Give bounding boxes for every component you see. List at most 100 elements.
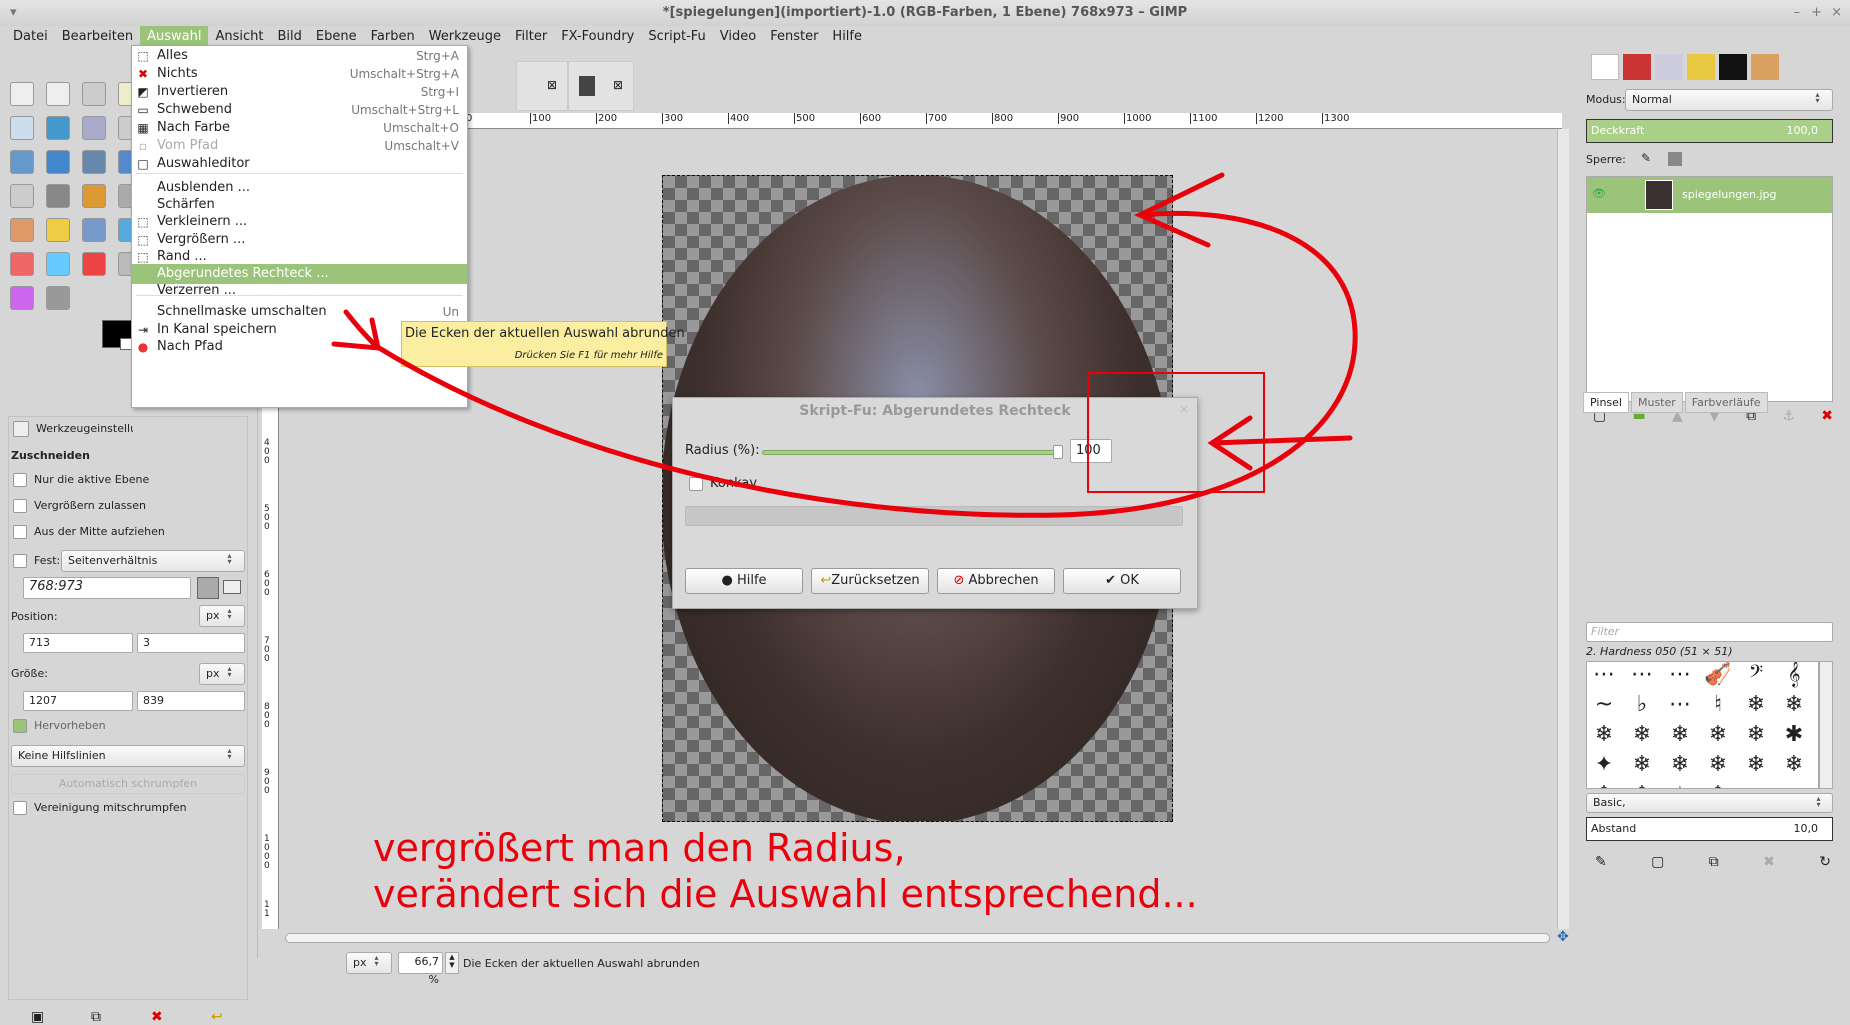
- brush-preview[interactable]: ❄: [1625, 778, 1659, 788]
- shrink-merged-checkbox[interactable]: Vereinigung mitschrumpfen: [13, 801, 187, 815]
- size-height-input[interactable]: 839: [137, 691, 245, 711]
- tool-icon[interactable]: [10, 286, 34, 310]
- visibility-eye-icon[interactable]: 👁: [1592, 187, 1606, 200]
- close-tab-icon[interactable]: ⊠: [613, 78, 623, 92]
- tool-icon[interactable]: [46, 150, 70, 174]
- ok-button[interactable]: ✔ OK: [1063, 568, 1181, 594]
- help-button[interactable]: ● Hilfe: [685, 568, 803, 594]
- menu-item[interactable]: Schnellmaske umschalten Un: [132, 302, 467, 322]
- tool-icon[interactable]: [46, 82, 70, 106]
- cancel-button[interactable]: ⊘ Abbrechen: [937, 568, 1055, 594]
- menu-item[interactable]: ⬚ Alles Strg+A: [132, 46, 467, 66]
- brush-preview[interactable]: ❄: [1663, 748, 1697, 782]
- delete-layer-icon[interactable]: ✖: [1821, 408, 1833, 424]
- new-brush-icon[interactable]: ▢: [1651, 854, 1664, 870]
- edit-brush-icon[interactable]: ✎: [1595, 854, 1607, 870]
- menu-fenster[interactable]: Fenster: [763, 26, 825, 48]
- highlight-checkbox[interactable]: Hervorheben: [13, 719, 106, 733]
- unit-select[interactable]: px: [346, 952, 392, 974]
- brush-preview[interactable]: ❄: [1625, 748, 1659, 782]
- lock-alpha-icon[interactable]: [1668, 152, 1682, 166]
- brush-preview[interactable]: ❄: [1777, 688, 1811, 722]
- tool-icon[interactable]: [82, 82, 106, 106]
- menu-datei[interactable]: Datei: [6, 26, 55, 48]
- menu-item[interactable]: ◩ Invertieren Strg+I: [132, 82, 467, 102]
- save-options-icon[interactable]: ▣: [31, 1009, 44, 1025]
- opacity-slider[interactable]: Deckkraft 100,0: [1586, 119, 1833, 143]
- brush-preview[interactable]: ❄: [1777, 748, 1811, 782]
- tool-icon[interactable]: [46, 252, 70, 276]
- menu-item[interactable]: ▭ Schwebend Umschalt+Strg+L: [132, 100, 467, 120]
- menu-fxfoundry[interactable]: FX-Foundry: [554, 26, 641, 48]
- tool-icon[interactable]: [82, 116, 106, 140]
- fixed-checkbox[interactable]: Fest:: [13, 554, 60, 568]
- brush-preview[interactable]: ❄: [1587, 718, 1621, 752]
- brush-preview[interactable]: ⋯: [1663, 688, 1697, 722]
- from-center-checkbox[interactable]: Aus der Mitte aufziehen: [13, 525, 165, 539]
- brush-preview[interactable]: ♭: [1625, 688, 1659, 722]
- mode-select[interactable]: Normal: [1625, 89, 1833, 111]
- brush-preview[interactable]: ❄: [1663, 718, 1697, 752]
- radius-input[interactable]: 100: [1070, 439, 1112, 463]
- layers-tab-icon[interactable]: [1591, 54, 1619, 80]
- brush-preview[interactable]: ❄: [1701, 778, 1735, 788]
- tool-icon[interactable]: [46, 116, 70, 140]
- anchor-icon[interactable]: ⚓: [1782, 408, 1795, 424]
- maximize-button[interactable]: +: [1811, 0, 1822, 26]
- tool-icon[interactable]: [10, 184, 34, 208]
- brush-preview[interactable]: ❄: [1739, 748, 1773, 782]
- horizontal-scrollbar[interactable]: [285, 933, 1550, 943]
- concave-checkbox[interactable]: Konkav: [689, 476, 757, 491]
- delete-options-icon[interactable]: ✖: [151, 1009, 163, 1025]
- brush-preview[interactable]: ✦: [1587, 748, 1621, 782]
- brush-grid[interactable]: ⋯⋯⋯🎻𝄢𝄞~♭⋯♮❄❄❄❄❄❄❄✱✦❄❄❄❄❄❄❄✦❄·•—■◉·▬▬—●●●…: [1586, 661, 1819, 789]
- delete-brush-icon[interactable]: ✖: [1763, 854, 1775, 870]
- brush-preview[interactable]: ❄: [1739, 688, 1773, 722]
- position-x-input[interactable]: 713: [23, 633, 133, 653]
- brush-tag-select[interactable]: Basic,: [1586, 793, 1833, 813]
- menu-item[interactable]: □ Auswahleditor: [132, 154, 467, 174]
- position-unit-select[interactable]: px: [199, 605, 245, 627]
- brush-preview[interactable]: ♮: [1701, 688, 1735, 722]
- tab-muster[interactable]: Muster: [1630, 392, 1683, 413]
- close-button[interactable]: ×: [1831, 0, 1842, 26]
- tool-icon[interactable]: [82, 252, 106, 276]
- menu-item[interactable]: ⬚ Verkleinern ...: [132, 212, 467, 232]
- brush-preview[interactable]: ❄: [1701, 718, 1735, 752]
- brush-preview[interactable]: ❄: [1701, 748, 1735, 782]
- tool-icon[interactable]: [10, 116, 34, 140]
- reset-button[interactable]: ↩Zurücksetzen: [811, 568, 929, 594]
- brush-scrollbar[interactable]: [1819, 661, 1833, 789]
- tool-icon[interactable]: [46, 286, 70, 310]
- tool-icon[interactable]: [10, 252, 34, 276]
- minimize-button[interactable]: –: [1794, 0, 1801, 26]
- zoom-spinner[interactable]: ▲ ▼: [445, 952, 459, 974]
- lock-pixels-icon[interactable]: ✎: [1641, 151, 1651, 165]
- tool-options-tab[interactable]: Werkzeugeinstellun: [13, 421, 133, 437]
- dialog-close-icon[interactable]: ×: [1179, 402, 1189, 416]
- menu-filter[interactable]: Filter: [508, 26, 554, 48]
- brush-preview[interactable]: ~: [1587, 688, 1621, 722]
- guides-select[interactable]: Keine Hilfslinien: [11, 745, 245, 767]
- tool-icon[interactable]: [82, 150, 106, 174]
- size-width-input[interactable]: 1207: [23, 691, 133, 711]
- undo-tab-icon[interactable]: [1687, 54, 1715, 80]
- image-tab-2[interactable]: ⊠: [568, 61, 634, 111]
- images-tab-icon[interactable]: [1719, 54, 1747, 80]
- position-y-input[interactable]: 3: [137, 633, 245, 653]
- tab-pinsel[interactable]: Pinsel: [1583, 392, 1629, 413]
- brush-preview[interactable]: ·: [1739, 778, 1773, 788]
- only-active-layer-checkbox[interactable]: Nur die aktive Ebene: [13, 473, 149, 487]
- menu-item[interactable]: Verzerren ...: [132, 281, 467, 301]
- allow-grow-checkbox[interactable]: Vergrößern zulassen: [13, 499, 146, 513]
- brush-preview[interactable]: ❄: [1587, 778, 1621, 788]
- refresh-brushes-icon[interactable]: ↻: [1819, 854, 1831, 870]
- image-tab-1[interactable]: ⊠: [516, 61, 568, 111]
- brushes-tab-icon[interactable]: [1751, 54, 1779, 80]
- window-menu-icon[interactable]: ▾: [10, 0, 17, 26]
- size-unit-select[interactable]: px: [199, 663, 245, 685]
- restore-options-icon[interactable]: ⧉: [91, 1009, 101, 1025]
- layer-row[interactable]: 👁 spiegelungen.jpg: [1587, 177, 1832, 213]
- brush-preview[interactable]: ✦: [1663, 778, 1697, 788]
- brush-filter-input[interactable]: Filter: [1586, 622, 1833, 642]
